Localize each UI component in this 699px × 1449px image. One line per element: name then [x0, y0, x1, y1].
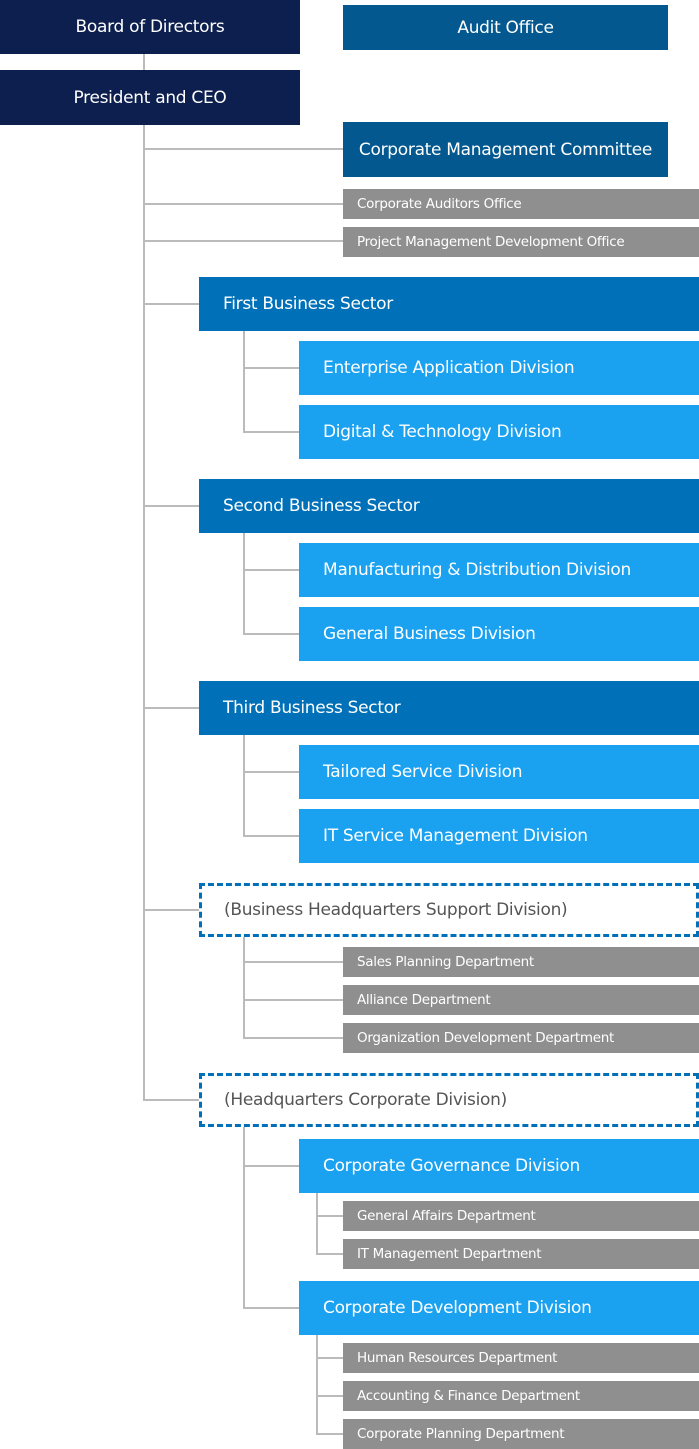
box-label: Corporate Auditors Office	[357, 196, 522, 212]
connector-line	[143, 148, 343, 150]
box-label: Digital & Technology Division	[323, 422, 562, 442]
box-label: Accounting & Finance Department	[357, 1388, 580, 1404]
president-and-ceo: President and CEO	[0, 70, 300, 125]
connector-line	[243, 835, 299, 837]
box-label: Corporate Planning Department	[357, 1426, 565, 1442]
connector-line	[243, 961, 343, 963]
connector-line	[143, 54, 145, 1101]
department-box: Organization Development Department	[343, 1023, 699, 1053]
division-box: Digital & Technology Division	[299, 405, 699, 459]
department-box: Corporate Planning Department	[343, 1419, 699, 1449]
box-label: Board of Directors	[75, 17, 225, 37]
box-label: Sales Planning Department	[357, 954, 534, 970]
box-label: (Business Headquarters Support Division)	[224, 900, 568, 920]
first-business-sector: First Business Sector	[199, 277, 699, 331]
box-label: Organization Development Department	[357, 1030, 614, 1046]
box-label: Manufacturing & Distribution Division	[323, 560, 631, 580]
box-label: Human Resources Department	[357, 1350, 558, 1366]
box-label: General Affairs Department	[357, 1208, 536, 1224]
third-business-sector: Third Business Sector	[199, 681, 699, 735]
audit-office: Audit Office	[343, 5, 668, 50]
connector-line	[143, 303, 199, 305]
connector-line	[316, 1395, 343, 1397]
box-label: Tailored Service Division	[323, 762, 523, 782]
connector-line	[243, 937, 245, 1039]
box-label: Corporate Management Committee	[358, 139, 653, 160]
box-label: IT Service Management Division	[323, 826, 588, 846]
connector-line	[243, 431, 299, 433]
corporate-auditors-office: Corporate Auditors Office	[343, 189, 699, 219]
box-label: Alliance Department	[357, 992, 491, 1008]
connector-line	[243, 1127, 245, 1309]
box-label: (Headquarters Corporate Division)	[224, 1090, 507, 1110]
connector-line	[143, 1099, 199, 1101]
division-box: IT Service Management Division	[299, 809, 699, 863]
board-of-directors: Board of Directors	[0, 0, 300, 54]
connector-line	[243, 999, 343, 1001]
box-label: IT Management Department	[357, 1246, 542, 1262]
box-label: President and CEO	[73, 87, 227, 108]
box-label: Second Business Sector	[223, 496, 420, 516]
connector-line	[316, 1357, 343, 1359]
connector-line	[143, 240, 343, 242]
box-label: Audit Office	[457, 17, 554, 38]
box-label: Enterprise Application Division	[323, 358, 575, 378]
connector-line	[143, 203, 343, 205]
connector-line	[143, 909, 199, 911]
connector-line	[243, 533, 245, 635]
department-box: General Affairs Department	[343, 1201, 699, 1231]
connector-line	[316, 1433, 343, 1435]
connector-line	[243, 771, 299, 773]
corporate-governance-division: Corporate Governance Division	[299, 1139, 699, 1193]
division-box: Tailored Service Division	[299, 745, 699, 799]
department-box: Accounting & Finance Department	[343, 1381, 699, 1411]
connector-line	[316, 1215, 343, 1217]
connector-line	[243, 1165, 299, 1167]
connector-line	[316, 1193, 318, 1254]
connector-line	[243, 735, 245, 837]
box-label: Third Business Sector	[223, 698, 401, 718]
connector-line	[316, 1253, 343, 1255]
connector-line	[243, 367, 299, 369]
connector-line	[243, 633, 299, 635]
second-business-sector: Second Business Sector	[199, 479, 699, 533]
connector-line	[143, 505, 199, 507]
project-management-development-office: Project Management Development Office	[343, 227, 699, 257]
division-box: Enterprise Application Division	[299, 341, 699, 395]
box-label: Corporate Development Division	[323, 1298, 592, 1318]
department-box: Sales Planning Department	[343, 947, 699, 977]
connector-line	[243, 569, 299, 571]
department-box: Human Resources Department	[343, 1343, 699, 1373]
connector-line	[243, 1307, 299, 1309]
box-label: First Business Sector	[223, 294, 393, 314]
division-box: Manufacturing & Distribution Division	[299, 543, 699, 597]
box-label: Corporate Governance Division	[323, 1156, 581, 1176]
box-label: General Business Division	[323, 624, 536, 644]
business-headquarters-support-division: (Business Headquarters Support Division)	[199, 883, 699, 937]
department-box: Alliance Department	[343, 985, 699, 1015]
box-label: Project Management Development Office	[357, 234, 625, 250]
connector-line	[316, 1335, 318, 1433]
department-box: IT Management Department	[343, 1239, 699, 1269]
connector-line	[143, 707, 199, 709]
headquarters-corporate-division: (Headquarters Corporate Division)	[199, 1073, 699, 1127]
division-box: General Business Division	[299, 607, 699, 661]
corporate-management-committee: Corporate Management Committee	[343, 122, 668, 177]
connector-line	[243, 1037, 343, 1039]
connector-line	[243, 331, 245, 433]
corporate-development-division: Corporate Development Division	[299, 1281, 699, 1335]
